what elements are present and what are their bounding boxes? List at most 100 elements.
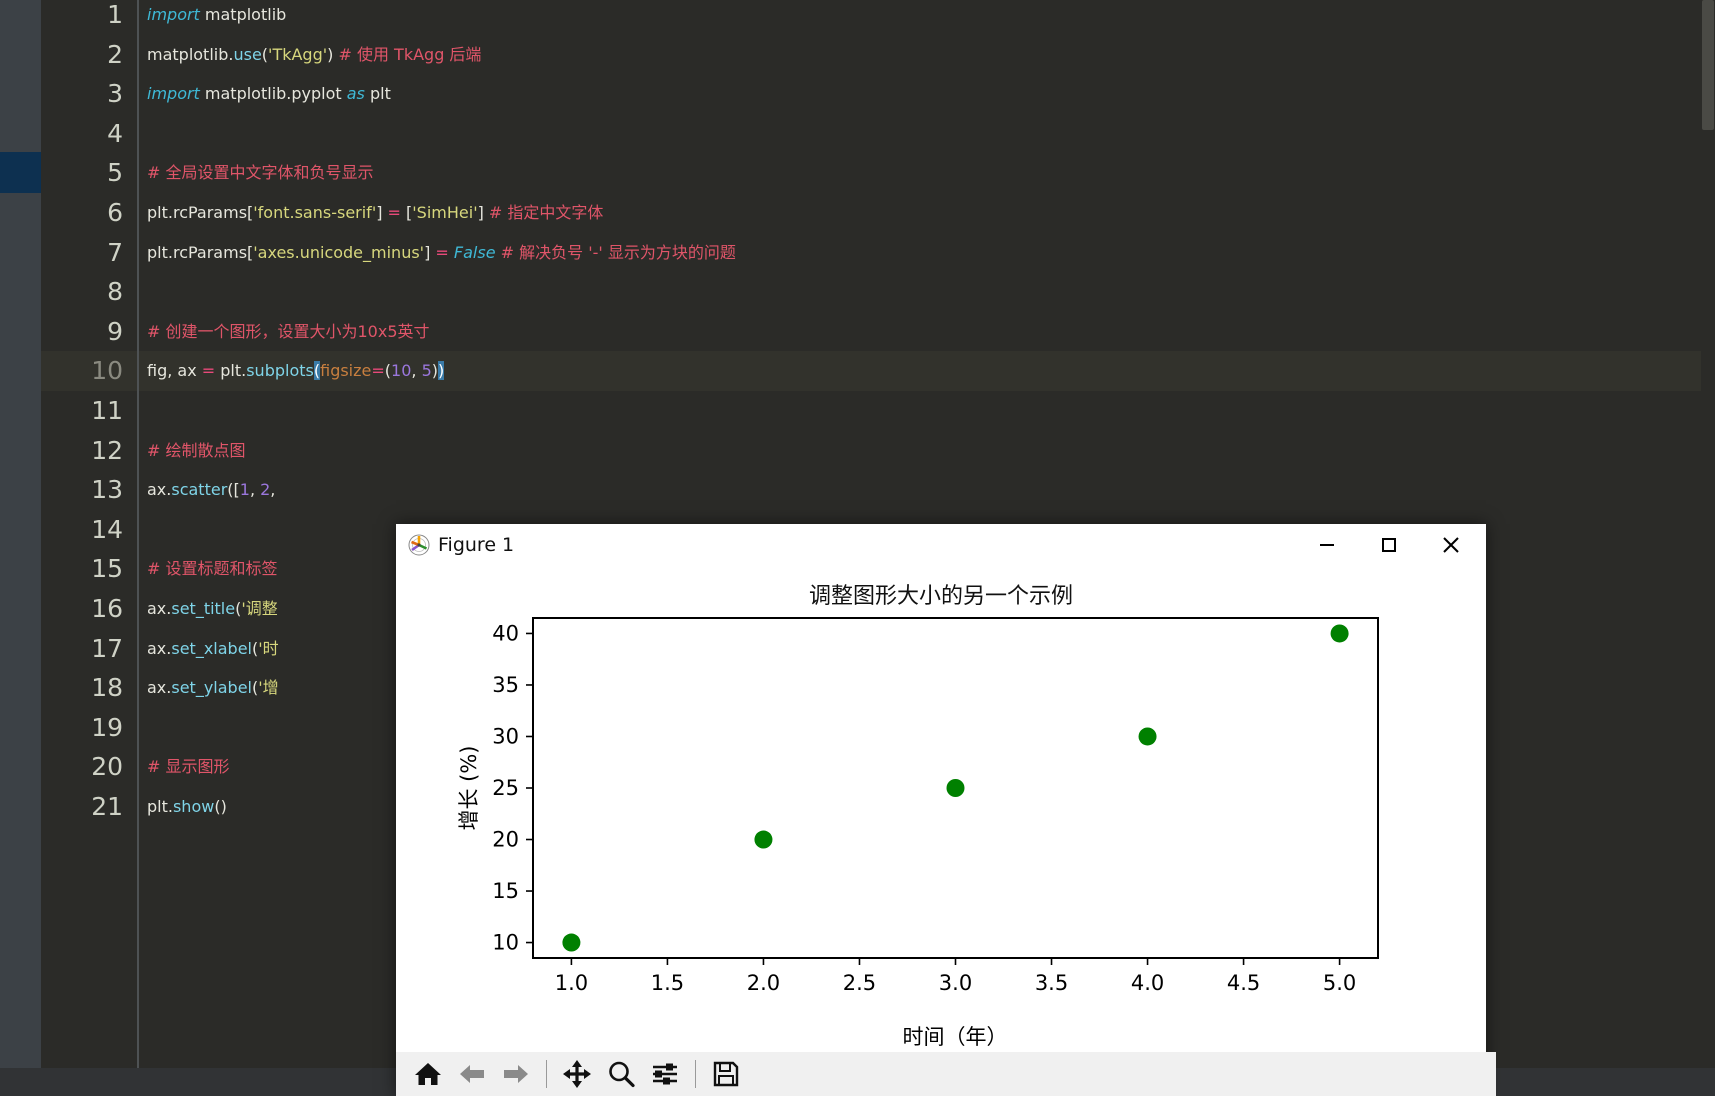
forward-button[interactable] bbox=[494, 1054, 538, 1094]
matplotlib-figure-window[interactable]: Figure 1 调整图形大小的另一个示例 10 15 20 25 30 35 … bbox=[396, 524, 1496, 1096]
code-token: subplots bbox=[246, 361, 314, 381]
back-button[interactable] bbox=[450, 1054, 494, 1094]
x-tick-label: 1.5 bbox=[651, 971, 684, 995]
figure-navigation-toolbar[interactable] bbox=[396, 1052, 1496, 1096]
y-axis-ticks: 10 15 20 25 30 35 40 bbox=[492, 621, 533, 955]
scatter-point bbox=[562, 933, 581, 952]
save-button[interactable] bbox=[704, 1054, 748, 1094]
floppy-disk-icon bbox=[713, 1061, 739, 1087]
code-line[interactable]: ax.set_xlabel('时 bbox=[147, 629, 279, 669]
code-token: = bbox=[371, 361, 385, 381]
scatter-point bbox=[946, 779, 965, 797]
code-line[interactable]: matplotlib.use('TkAgg') # 使用 TkAgg 后端 bbox=[147, 35, 481, 75]
line-number: 13 bbox=[91, 475, 123, 505]
code-token: 5 bbox=[421, 361, 432, 381]
code-line[interactable]: # 设置标题和标签 bbox=[147, 549, 278, 589]
line-number: 7 bbox=[107, 237, 123, 267]
maximize-icon bbox=[1382, 538, 1396, 552]
matplotlib-logo-icon bbox=[408, 534, 430, 556]
figure-title-bar[interactable]: Figure 1 bbox=[396, 524, 1486, 566]
line-number: 10 bbox=[91, 356, 123, 386]
y-tick-label: 25 bbox=[492, 776, 519, 800]
code-token: fig, ax bbox=[147, 361, 202, 381]
code-token: = bbox=[201, 361, 216, 381]
x-tick-label: 3.5 bbox=[1035, 971, 1068, 995]
code-token: set_ylabel bbox=[171, 678, 252, 698]
magnifier-icon bbox=[609, 1061, 635, 1088]
x-tick-label: 3.0 bbox=[939, 971, 972, 995]
code-line[interactable]: plt.rcParams['font.sans-serif'] = ['SimH… bbox=[147, 193, 603, 233]
x-axis-ticks: 1.0 1.5 2.0 2.5 3.0 3.5 4.0 4.5 5.0 bbox=[555, 958, 1356, 995]
move-arrows-icon bbox=[563, 1060, 591, 1088]
code-token: ] bbox=[376, 203, 388, 222]
home-icon bbox=[415, 1063, 441, 1085]
close-icon bbox=[1443, 537, 1459, 553]
y-tick-label: 35 bbox=[492, 673, 519, 697]
code-token: 'SimHei' bbox=[412, 203, 478, 222]
code-token: '调整 bbox=[241, 599, 278, 618]
code-token: '增 bbox=[258, 678, 279, 698]
line-number: 18 bbox=[91, 673, 123, 703]
toolbar-divider-1 bbox=[546, 1060, 547, 1088]
code-line[interactable]: ax.set_title('调整 bbox=[147, 589, 278, 629]
code-line[interactable]: ax.scatter([1, 2, bbox=[147, 470, 275, 510]
line-number: 5 bbox=[107, 158, 123, 188]
line-number: 6 bbox=[107, 198, 123, 227]
line-number: 9 bbox=[107, 316, 123, 346]
line-number: 15 bbox=[91, 554, 123, 584]
x-tick-label: 2.0 bbox=[747, 971, 780, 995]
code-line[interactable]: # 绘制散点图 bbox=[147, 431, 246, 471]
code-token: # 显示图形 bbox=[147, 757, 230, 777]
arrow-right-icon bbox=[504, 1065, 528, 1083]
line-number: 8 bbox=[107, 277, 123, 307]
code-line[interactable]: fig, ax = plt.subplots(figsize=(10, 5)) bbox=[147, 351, 445, 391]
editor-marker-gutter[interactable] bbox=[0, 0, 41, 1096]
code-line[interactable]: import matplotlib.pyplot as plt bbox=[147, 74, 391, 114]
code-token: 'TkAgg' bbox=[268, 44, 328, 64]
code-line[interactable]: plt.rcParams['axes.unicode_minus'] = Fal… bbox=[147, 233, 736, 273]
line-number: 14 bbox=[91, 514, 123, 544]
code-line[interactable]: ax.set_ylabel('增 bbox=[147, 668, 279, 708]
code-token: plt.rcParams[ bbox=[147, 242, 254, 262]
code-token: # 绘制散点图 bbox=[147, 440, 246, 460]
line-number: 21 bbox=[91, 792, 123, 821]
code-token: ([ bbox=[227, 480, 240, 500]
y-tick-label: 20 bbox=[492, 828, 519, 852]
code-line[interactable]: import matplotlib bbox=[147, 0, 286, 35]
configure-subplots-button[interactable] bbox=[643, 1054, 687, 1094]
x-tick-label: 5.0 bbox=[1323, 971, 1356, 995]
line-number: 19 bbox=[91, 712, 123, 742]
scatter-points bbox=[562, 624, 1349, 952]
code-token: import bbox=[147, 5, 200, 24]
x-tick-label: 2.5 bbox=[843, 971, 876, 995]
y-tick-label: 40 bbox=[492, 621, 519, 645]
code-token: , bbox=[270, 480, 276, 500]
y-tick-label: 30 bbox=[492, 724, 519, 748]
home-button[interactable] bbox=[406, 1054, 450, 1094]
sliders-icon bbox=[653, 1063, 677, 1085]
editor-vertical-scrollbar[interactable] bbox=[1701, 0, 1715, 1096]
code-line[interactable]: # 显示图形 bbox=[147, 747, 230, 787]
zoom-button[interactable] bbox=[599, 1054, 643, 1094]
code-token: # 使用 TkAgg 后端 bbox=[338, 44, 482, 64]
code-line[interactable]: plt.show() bbox=[147, 787, 227, 827]
plot-title: 调整图形大小的另一个示例 bbox=[808, 584, 1073, 609]
pan-button[interactable] bbox=[555, 1054, 599, 1094]
code-token: 10 bbox=[391, 361, 412, 381]
scrollbar-thumb[interactable] bbox=[1702, 0, 1714, 130]
code-token: as bbox=[346, 84, 365, 104]
close-button[interactable] bbox=[1420, 524, 1482, 566]
figure-canvas[interactable]: 调整图形大小的另一个示例 10 15 20 25 30 35 40 1.0 1.5 2.0 2.5… bbox=[396, 566, 1486, 1052]
code-token: 'font.sans-serif' bbox=[253, 203, 377, 222]
minimize-button[interactable] bbox=[1296, 524, 1358, 566]
code-token: scatter bbox=[171, 480, 228, 500]
code-token: set_xlabel bbox=[171, 638, 252, 658]
line-number: 2 bbox=[107, 39, 123, 69]
code-token: ) bbox=[327, 44, 339, 64]
line-number: 4 bbox=[107, 118, 123, 148]
code-line[interactable]: # 创建一个图形，设置大小为10x5英寸 bbox=[147, 312, 430, 352]
code-line[interactable]: # 全局设置中文字体和负号显示 bbox=[147, 153, 374, 193]
x-axis-label: 时间（年） bbox=[903, 1025, 1008, 1049]
code-token: = bbox=[435, 242, 449, 262]
maximize-button[interactable] bbox=[1358, 524, 1420, 566]
